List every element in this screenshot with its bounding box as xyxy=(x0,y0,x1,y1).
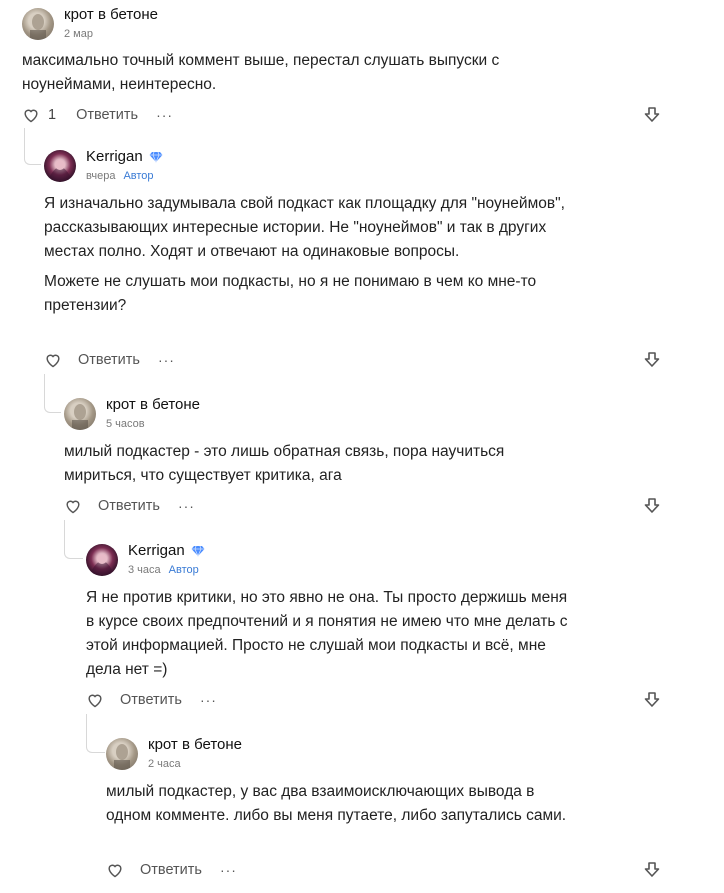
avatar[interactable] xyxy=(86,544,118,576)
author-label: Kerrigan xyxy=(86,148,143,165)
timestamp: 2 часа xyxy=(148,758,181,770)
timestamp: 5 часов xyxy=(106,418,145,430)
like-button[interactable] xyxy=(106,862,124,878)
comment-actions: Ответить ··· xyxy=(106,859,237,881)
comment-paragraph: Я не против критики, но это явно не она.… xyxy=(86,589,568,678)
down-arrow-icon[interactable] xyxy=(644,691,660,709)
author-name[interactable]: крот в бетоне xyxy=(64,6,158,23)
thread-line xyxy=(44,374,61,413)
comment-meta: 2 мар xyxy=(64,28,93,40)
author-name[interactable]: Kerrigan xyxy=(86,148,163,165)
comment: крот в бетоне 5 часов милый подкастер - … xyxy=(64,396,694,488)
heart-icon xyxy=(66,500,80,514)
comment-actions: Ответить ··· xyxy=(86,689,217,711)
author-badge: Автор xyxy=(168,564,199,576)
comment-text: Я изначально задумывала свой подкаст как… xyxy=(44,192,584,318)
thread-line xyxy=(24,128,41,165)
comment-text: милый подкастер - это лишь обратная связ… xyxy=(64,440,544,488)
reply-button[interactable]: Ответить xyxy=(98,498,160,514)
comment-meta: 3 часа Автор xyxy=(128,564,199,576)
like-button[interactable]: 1 xyxy=(22,107,56,123)
like-button[interactable] xyxy=(86,692,104,708)
more-dots-icon[interactable]: ··· xyxy=(156,107,173,123)
more-dots-icon[interactable]: ··· xyxy=(200,692,217,708)
comment-meta: 5 часов xyxy=(106,418,145,430)
heart-icon xyxy=(88,694,102,708)
thread-line xyxy=(86,714,105,753)
comment-text: Я не против критики, но это явно не она.… xyxy=(86,586,576,682)
comment-paragraph: Можете не слушать мои подкасты, но я не … xyxy=(44,273,537,314)
comment: крот в бетоне 2 мар максимально точный к… xyxy=(22,6,702,97)
author-name[interactable]: крот в бетоне xyxy=(106,396,200,413)
avatar[interactable] xyxy=(106,738,138,770)
author-label: Kerrigan xyxy=(128,542,185,559)
like-button[interactable] xyxy=(44,352,62,368)
more-dots-icon[interactable]: ··· xyxy=(178,498,195,514)
like-count: 1 xyxy=(48,107,57,123)
like-button[interactable] xyxy=(64,498,82,514)
comment-meta: вчера Автор xyxy=(86,170,154,182)
reply-button[interactable]: Ответить xyxy=(140,862,202,878)
more-dots-icon[interactable]: ··· xyxy=(158,352,175,368)
author-name[interactable]: крот в бетоне xyxy=(148,736,242,753)
comment-actions: Ответить ··· xyxy=(44,349,175,371)
reply-button[interactable]: Ответить xyxy=(120,692,182,708)
author-badge: Автор xyxy=(123,170,154,182)
heart-icon xyxy=(24,109,38,123)
heart-icon xyxy=(108,864,122,878)
timestamp: 2 мар xyxy=(64,28,93,40)
comment: крот в бетоне 2 часа милый подкастер, у … xyxy=(106,736,696,828)
avatar[interactable] xyxy=(44,150,76,182)
reply-button[interactable]: Ответить xyxy=(78,352,140,368)
down-arrow-icon[interactable] xyxy=(644,106,660,124)
down-arrow-icon[interactable] xyxy=(644,351,660,369)
comment-paragraph: милый подкастер - это лишь обратная связ… xyxy=(64,443,505,484)
comment-text: милый подкастер, у вас два взаимоисключа… xyxy=(106,780,576,828)
timestamp: 3 часа xyxy=(128,564,161,576)
avatar[interactable] xyxy=(22,8,54,40)
comment-paragraph: Я изначально задумывала свой подкаст как… xyxy=(44,195,565,260)
down-arrow-icon[interactable] xyxy=(644,861,660,879)
comment-actions: 1 Ответить ··· xyxy=(22,104,173,126)
comment-actions: Ответить ··· xyxy=(64,495,195,517)
comment-text: максимально точный коммент выше, переста… xyxy=(22,49,562,97)
reply-button[interactable]: Ответить xyxy=(76,107,138,123)
comment: Kerrigan 3 часа Автор Я не против критики… xyxy=(86,542,696,682)
comment-paragraph: максимально точный коммент выше, переста… xyxy=(22,52,500,93)
thread-line xyxy=(64,520,83,559)
comment-paragraph: милый подкастер, у вас два взаимоисключа… xyxy=(106,783,567,824)
gem-icon xyxy=(191,545,205,558)
more-dots-icon[interactable]: ··· xyxy=(220,862,237,878)
heart-icon xyxy=(46,354,60,368)
author-name[interactable]: Kerrigan xyxy=(128,542,205,559)
avatar[interactable] xyxy=(64,398,96,430)
gem-icon xyxy=(149,151,163,164)
down-arrow-icon[interactable] xyxy=(644,497,660,515)
comment-meta: 2 часа xyxy=(148,758,181,770)
comment: Kerrigan вчера Автор Я изначально задумыв… xyxy=(44,148,694,318)
timestamp: вчера xyxy=(86,170,116,182)
